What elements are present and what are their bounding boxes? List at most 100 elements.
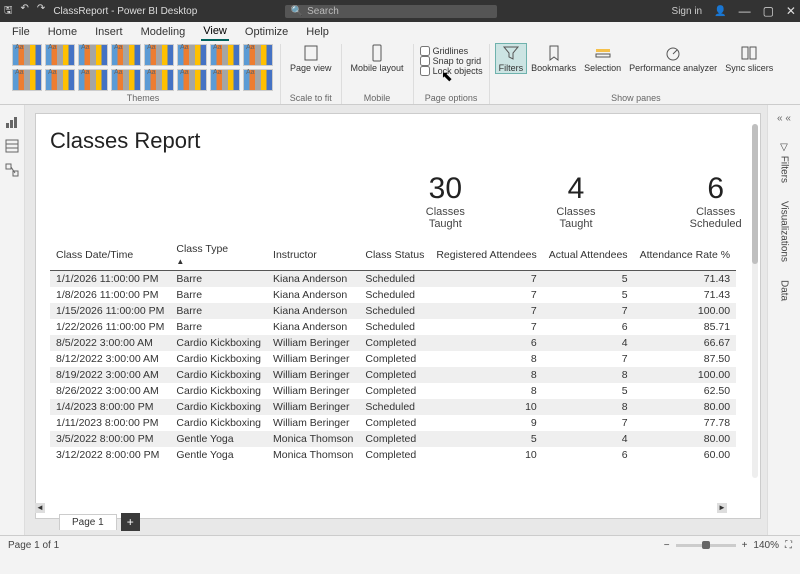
cell-rate: 71.43 [634, 271, 736, 288]
page-view-button[interactable]: Page view [287, 44, 335, 73]
fit-page-icon[interactable]: ⛶ [785, 540, 792, 551]
cell-type: Cardio Kickboxing [170, 415, 267, 431]
theme-swatch[interactable] [12, 69, 42, 91]
theme-swatch[interactable] [45, 44, 75, 66]
report-view-icon[interactable] [5, 115, 19, 129]
user-icon[interactable]: 👤 [714, 6, 726, 17]
col-rate[interactable]: Attendance Rate % [634, 240, 736, 271]
selection-label: Selection [584, 63, 621, 73]
table-row[interactable]: 1/15/2026 11:00:00 PMBarreKiana Anderson… [50, 303, 736, 319]
cell-act: 6 [543, 447, 634, 463]
theme-swatch[interactable] [177, 44, 207, 66]
table-row[interactable]: 3/5/2022 8:00:00 PMGentle YogaMonica Tho… [50, 431, 736, 447]
theme-swatch[interactable] [177, 69, 207, 91]
col-datetime[interactable]: Class Date/Time [50, 240, 170, 271]
filters-button[interactable]: Filters [496, 44, 527, 73]
data-pane-tab[interactable]: Data [779, 280, 790, 301]
theme-swatch[interactable] [144, 69, 174, 91]
menu-view[interactable]: View [201, 23, 229, 41]
cell-instr: William Beringer [267, 415, 359, 431]
table-row[interactable]: 8/19/2022 3:00:00 AMCardio KickboxingWil… [50, 367, 736, 383]
minimize-button[interactable]: — [739, 4, 751, 18]
classes-table[interactable]: Class Date/Time Class Type▲ Instructor C… [50, 240, 736, 463]
cell-reg: 8 [430, 351, 542, 367]
snap-checkbox[interactable]: Snap to grid [420, 56, 483, 66]
vscroll-thumb[interactable] [752, 124, 758, 264]
cell-type: Gentle Yoga [170, 447, 267, 463]
bookmarks-button[interactable]: Bookmarks [528, 44, 579, 73]
col-status[interactable]: Class Status [359, 240, 430, 271]
sync-slicers-button[interactable]: Sync slicers [722, 44, 776, 73]
performance-button[interactable]: Performance analyzer [626, 44, 720, 73]
theme-swatch[interactable] [210, 69, 240, 91]
cell-rate: 85.71 [634, 319, 736, 335]
hscroll-right-icon[interactable]: ► [717, 503, 727, 513]
hscroll-left-icon[interactable]: ◄ [35, 503, 45, 513]
col-type[interactable]: Class Type▲ [170, 240, 267, 271]
cell-status: Completed [359, 367, 430, 383]
save-icon[interactable]: 🖫 [4, 3, 13, 20]
selection-button[interactable]: Selection [581, 44, 624, 73]
theme-swatch[interactable] [144, 44, 174, 66]
cell-rate: 80.00 [634, 431, 736, 447]
cell-reg: 7 [430, 319, 542, 335]
chevrons-icon[interactable]: « « [777, 113, 791, 124]
col-actual[interactable]: Actual Attendees [543, 240, 634, 271]
mobile-layout-button[interactable]: Mobile layout [348, 44, 407, 73]
cell-reg: 8 [430, 367, 542, 383]
bookmarks-label: Bookmarks [531, 63, 576, 73]
redo-icon[interactable]: ↷ [37, 3, 45, 20]
lock-checkbox[interactable]: Lock objects [420, 66, 483, 76]
page-icon [302, 44, 320, 62]
table-row[interactable]: 8/26/2022 3:00:00 AMCardio KickboxingWil… [50, 383, 736, 399]
menu-insert[interactable]: Insert [93, 24, 125, 40]
theme-swatch[interactable] [210, 44, 240, 66]
zoom-slider[interactable] [676, 544, 736, 547]
menu-modeling[interactable]: Modeling [139, 24, 188, 40]
data-view-icon[interactable] [5, 139, 19, 153]
col-registered[interactable]: Registered Attendees [430, 240, 542, 271]
search-box[interactable]: 🔍 Search [285, 5, 497, 18]
table-row[interactable]: 8/12/2022 3:00:00 AMCardio KickboxingWil… [50, 351, 736, 367]
zoom-thumb[interactable] [702, 541, 710, 549]
menu-optimize[interactable]: Optimize [243, 24, 290, 40]
zoom-in-button[interactable]: + [742, 540, 748, 551]
table-row[interactable]: 1/8/2026 11:00:00 PMBarreKiana AndersonS… [50, 287, 736, 303]
table-row[interactable]: 1/11/2023 8:00:00 PMCardio KickboxingWil… [50, 415, 736, 431]
menu-help[interactable]: Help [304, 24, 331, 40]
status-bar: Page 1 of 1 − + 140% ⛶ [0, 535, 800, 554]
filters-pane-tab[interactable]: ▽ Filters [779, 142, 790, 183]
page-tab-1[interactable]: Page 1 [59, 514, 117, 530]
report-canvas[interactable]: Classes Report 30 Classes Taught 4 Class… [35, 113, 761, 519]
ribbon-label-themes: Themes [127, 93, 160, 104]
page-tabs: Page 1 + [59, 513, 140, 531]
theme-swatch[interactable] [243, 69, 273, 91]
table-row[interactable]: 1/4/2023 8:00:00 PMCardio KickboxingWill… [50, 399, 736, 415]
table-row[interactable]: 3/12/2022 8:00:00 PMGentle YogaMonica Th… [50, 447, 736, 463]
theme-swatch[interactable] [12, 44, 42, 66]
table-row[interactable]: 8/5/2022 3:00:00 AMCardio KickboxingWill… [50, 335, 736, 351]
theme-swatch[interactable] [78, 69, 108, 91]
maximize-button[interactable]: ▢ [763, 4, 774, 18]
visualizations-pane-tab[interactable]: Visualizations [779, 201, 790, 262]
theme-swatch[interactable] [111, 69, 141, 91]
theme-swatch[interactable] [45, 69, 75, 91]
undo-icon[interactable]: ↶ [21, 3, 29, 20]
theme-swatch[interactable] [243, 44, 273, 66]
add-page-button[interactable]: + [121, 513, 140, 531]
close-button[interactable]: ✕ [786, 4, 796, 18]
model-view-icon[interactable] [5, 163, 19, 177]
theme-swatch[interactable] [78, 44, 108, 66]
signin-link[interactable]: Sign in [672, 6, 703, 17]
cell-status: Completed [359, 351, 430, 367]
hscroll[interactable]: ◄ ► [35, 503, 727, 513]
menu-home[interactable]: Home [46, 24, 79, 40]
table-row[interactable]: 1/22/2026 11:00:00 PMBarreKiana Anderson… [50, 319, 736, 335]
gridlines-checkbox[interactable]: Gridlines [420, 46, 483, 56]
menu-file[interactable]: File [10, 24, 32, 40]
col-instructor[interactable]: Instructor [267, 240, 359, 271]
theme-swatch[interactable] [111, 44, 141, 66]
zoom-out-button[interactable]: − [664, 540, 670, 551]
table-row[interactable]: 1/1/2026 11:00:00 PMBarreKiana AndersonS… [50, 271, 736, 288]
cell-type: Gentle Yoga [170, 431, 267, 447]
